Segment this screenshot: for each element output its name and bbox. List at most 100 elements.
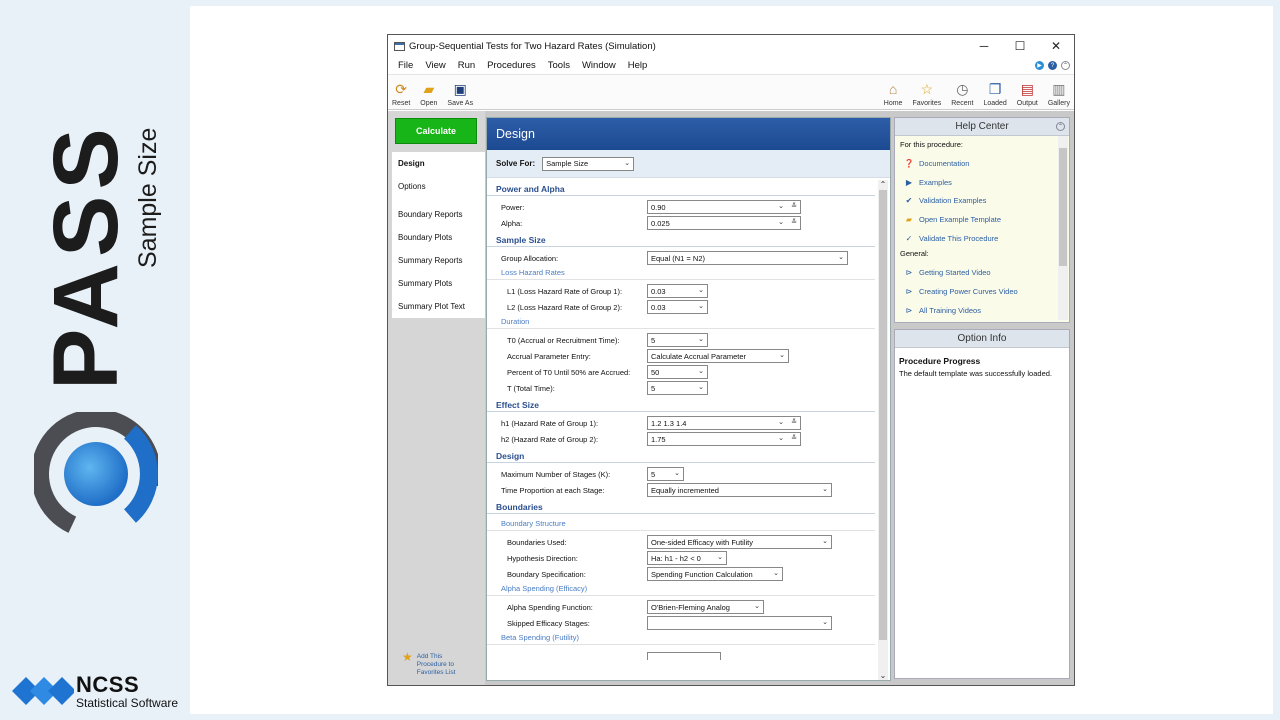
hypothesis-direction-select[interactable]: Ha: h1 - h2 < 0 ⌄	[647, 551, 727, 565]
help-center-panel: Help Center ⌃ For this procedure: ❓ Docu…	[894, 117, 1070, 323]
t-total-value: 5	[651, 383, 656, 393]
h2-input[interactable]: 1.75 ⌄ ≚	[647, 432, 801, 446]
help-link-documentation[interactable]: ❓ Documentation	[900, 154, 1069, 173]
design-scrollbar[interactable]: ⌃ ⌄	[878, 180, 888, 680]
help-link-training-videos[interactable]: ⊳ All Training Videos	[900, 301, 1069, 320]
l1-row: L1 (Loss Hazard Rate of Group 1): 0.03 ⌄	[487, 283, 875, 299]
alpha-label: Alpha:	[501, 218, 523, 228]
t0-label: T0 (Accrual or Recruitment Time):	[507, 335, 620, 345]
favorites-button[interactable]: ☆ Favorites	[912, 80, 942, 108]
workspace: Calculate Design Options Boundary Report…	[388, 111, 1074, 685]
boundaries-used-select[interactable]: One-sided Efficacy with Futility ⌄	[647, 535, 832, 549]
collapse-icon[interactable]: ⌃	[1056, 122, 1065, 131]
nav-item-boundary-reports[interactable]: Boundary Reports	[392, 203, 485, 226]
add-to-favorites-link[interactable]: ★ Add This Procedure to Favorites List	[402, 651, 455, 677]
help-center-body: For this procedure: ❓ Documentation ▶ Ex…	[895, 136, 1069, 322]
open-label: Open	[420, 100, 438, 107]
scroll-up-icon[interactable]: ⌃	[878, 180, 888, 189]
value-list-icon[interactable]: ≚	[791, 418, 797, 426]
help-link-validate-procedure[interactable]: ✓ Validate This Procedure	[900, 229, 1069, 248]
home-button[interactable]: ⌂ Home	[884, 80, 903, 107]
nav-item-boundary-plots[interactable]: Boundary Plots	[392, 226, 485, 249]
loaded-button[interactable]: ❐ Loaded	[983, 80, 1006, 108]
alpha-input[interactable]: 0.025 ⌄ ≚	[647, 216, 801, 230]
help-link-examples[interactable]: ▶ Examples	[900, 173, 1069, 192]
solve-for-select[interactable]: Sample Size ⌄	[542, 156, 635, 171]
l1-input[interactable]: 0.03 ⌄	[647, 284, 708, 298]
maximize-button[interactable]: ☐	[1002, 39, 1038, 53]
calculate-button[interactable]: Calculate	[395, 118, 477, 144]
help-center-title: Help Center	[955, 121, 1009, 132]
help-scrollbar[interactable]	[1058, 136, 1068, 320]
help-link-open-template[interactable]: ▰ Open Example Template	[900, 210, 1069, 229]
save-as-button[interactable]: ▣ Save As	[447, 80, 473, 108]
gallery-button[interactable]: ▥ Gallery	[1048, 80, 1070, 108]
l1-value: 0.03	[651, 286, 666, 296]
output-label: Output	[1016, 100, 1038, 107]
option-info-title: Option Info	[957, 333, 1007, 344]
run-icon[interactable]: ▶	[1035, 61, 1044, 70]
percent-t0-input[interactable]: 50 ⌄	[647, 365, 708, 379]
design-scroll-thumb[interactable]	[879, 190, 887, 640]
menu-run[interactable]: Run	[452, 60, 481, 71]
h1-input[interactable]: 1.2 1.3 1.4 ⌄ ≚	[647, 416, 801, 430]
minimize-button[interactable]: ─	[966, 39, 1002, 53]
help-scroll-thumb[interactable]	[1059, 148, 1067, 266]
section-power-alpha: Power and Alpha	[487, 180, 875, 196]
nav-item-summary-plots[interactable]: Summary Plots	[392, 272, 485, 295]
menu-view[interactable]: View	[419, 60, 451, 71]
section-boundaries: Boundaries	[487, 498, 875, 514]
play-icon: ⊳	[905, 305, 913, 315]
menu-window[interactable]: Window	[576, 60, 622, 71]
home-icon: ⌂	[888, 81, 898, 97]
value-list-icon[interactable]: ≚	[791, 218, 797, 226]
nav-item-options[interactable]: Options	[392, 175, 485, 198]
menu-file[interactable]: File	[392, 60, 419, 71]
h1-row: h1 (Hazard Rate of Group 1): 1.2 1.3 1.4…	[487, 415, 875, 431]
nav-item-summary-reports[interactable]: Summary Reports	[392, 249, 485, 272]
l2-input[interactable]: 0.03 ⌄	[647, 300, 708, 314]
getting-started-label: Getting Started Video	[919, 268, 991, 278]
collapse-ribbon-icon[interactable]: ⌃	[1061, 61, 1070, 70]
t0-input[interactable]: 5 ⌄	[647, 333, 708, 347]
help-link-validation-examples[interactable]: ✔ Validation Examples	[900, 191, 1069, 210]
power-input[interactable]: 0.90 ⌄ ≚	[647, 200, 801, 214]
value-list-icon[interactable]: ≚	[791, 434, 797, 442]
max-stages-input[interactable]: 5 ⌄	[647, 467, 684, 481]
help-link-power-curves[interactable]: ⊳ Creating Power Curves Video	[900, 282, 1069, 301]
ncss-title: NCSS	[76, 672, 140, 697]
time-proportion-select[interactable]: Equally incremented ⌄	[647, 483, 832, 497]
subsection-boundary-structure: Boundary Structure	[487, 517, 875, 531]
help-icon[interactable]: ?	[1048, 61, 1057, 70]
help-link-getting-started[interactable]: ⊳ Getting Started Video	[900, 263, 1069, 282]
app-icon	[394, 41, 405, 51]
group-allocation-select[interactable]: Equal (N1 = N2) ⌄	[647, 251, 848, 265]
t-total-input[interactable]: 5 ⌄	[647, 381, 708, 395]
beta-spending-select[interactable]	[647, 652, 721, 660]
validation-icon: ✔	[905, 196, 913, 206]
boundary-spec-select[interactable]: Spending Function Calculation ⌄	[647, 567, 783, 581]
menu-procedures[interactable]: Procedures	[481, 60, 542, 71]
skipped-efficacy-select[interactable]: ⌄	[647, 616, 832, 630]
menu-help[interactable]: Help	[622, 60, 654, 71]
open-button[interactable]: ▰ Open	[420, 80, 438, 108]
scroll-down-icon[interactable]: ⌄	[878, 671, 888, 680]
beta-spending-row	[487, 648, 875, 664]
menu-tools[interactable]: Tools	[542, 60, 576, 71]
close-button[interactable]: ✕	[1038, 39, 1074, 53]
documentation-label: Documentation	[919, 158, 970, 168]
subsection-beta-spending: Beta Spending (Futility)	[487, 631, 875, 645]
play-icon: ⊳	[905, 268, 913, 278]
reset-button[interactable]: ⟳ Reset	[392, 80, 410, 108]
alpha-spending-fn-select[interactable]: O'Brien-Fleming Analog ⌄	[647, 600, 764, 614]
nav-item-summary-plot-text[interactable]: Summary Plot Text	[392, 295, 485, 318]
favorites-label: Favorites	[912, 100, 942, 107]
value-list-icon[interactable]: ≚	[791, 202, 797, 210]
power-row: Power: 0.90 ⌄ ≚	[487, 199, 875, 215]
accrual-entry-select[interactable]: Calculate Accrual Parameter ⌄	[647, 349, 789, 363]
nav-item-design[interactable]: Design	[392, 152, 485, 175]
output-button[interactable]: ▤ Output	[1016, 80, 1038, 108]
recent-button[interactable]: ◷ Recent	[951, 80, 973, 108]
boundaries-used-label: Boundaries Used:	[507, 537, 567, 547]
training-videos-label: All Training Videos	[919, 305, 981, 315]
